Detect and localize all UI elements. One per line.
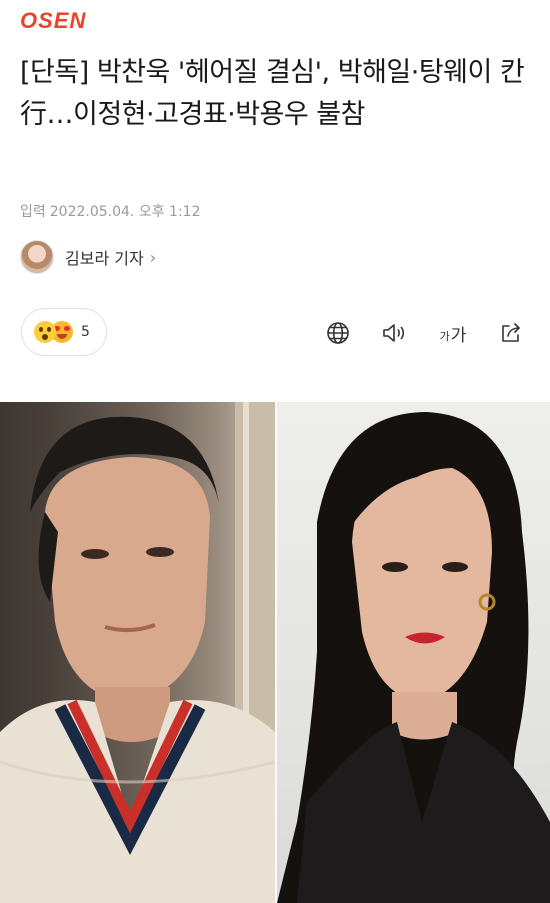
author-link[interactable]: 김보라 기자 › <box>20 240 156 274</box>
listen-audio-icon[interactable] <box>380 319 408 347</box>
reaction-button[interactable]: 5 <box>21 308 107 356</box>
article-toolbar: 5 가가 <box>21 308 531 358</box>
chevron-right-icon: › <box>149 247 157 267</box>
site-header: OSEN <box>20 8 86 33</box>
wow-emoji-icon <box>34 321 56 343</box>
photo-left-man <box>0 402 275 903</box>
reaction-count: 5 <box>81 324 90 340</box>
author-avatar <box>20 240 54 274</box>
font-size-icon: 가가 <box>439 325 467 346</box>
photo-right-woman <box>277 402 550 903</box>
author-name: 김보라 기자 <box>65 249 144 268</box>
meta-label: 입력 <box>20 204 46 220</box>
article-headline: [단독] 박찬욱 '헤어질 결심', 박해일·탕웨이 칸行…이정현·고경표·박용… <box>20 57 525 130</box>
font-size-button[interactable]: 가가 <box>435 319 471 347</box>
article-photo[interactable] <box>0 402 550 903</box>
publish-datetime: 2022.05.04. 오후 1:12 <box>49 204 201 220</box>
translate-globe-icon[interactable] <box>324 319 352 347</box>
osen-logo[interactable]: OSEN <box>20 8 86 33</box>
article-meta: 입력 2022.05.04. 오후 1:12 <box>20 201 204 221</box>
share-icon[interactable] <box>497 319 525 347</box>
